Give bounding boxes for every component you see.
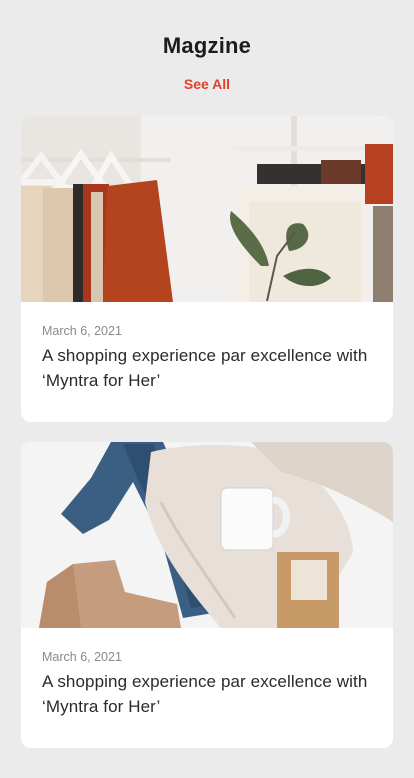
article-date: March 6, 2021 <box>42 650 122 664</box>
see-all-link[interactable]: See All <box>0 76 414 92</box>
article-title[interactable]: A shopping experience par excellence wit… <box>42 669 382 719</box>
article-card[interactable]: March 6, 2021 A shopping experience par … <box>21 116 393 422</box>
flatlay-outfit-image <box>21 442 393 628</box>
page-title: Magzine <box>162 33 252 58</box>
page-header: Magzine <box>0 30 414 62</box>
article-card[interactable]: March 6, 2021 A shopping experience par … <box>21 442 393 748</box>
clothes-rack-image <box>21 116 393 302</box>
article-title[interactable]: A shopping experience par excellence wit… <box>42 343 382 393</box>
article-date: March 6, 2021 <box>42 324 122 338</box>
